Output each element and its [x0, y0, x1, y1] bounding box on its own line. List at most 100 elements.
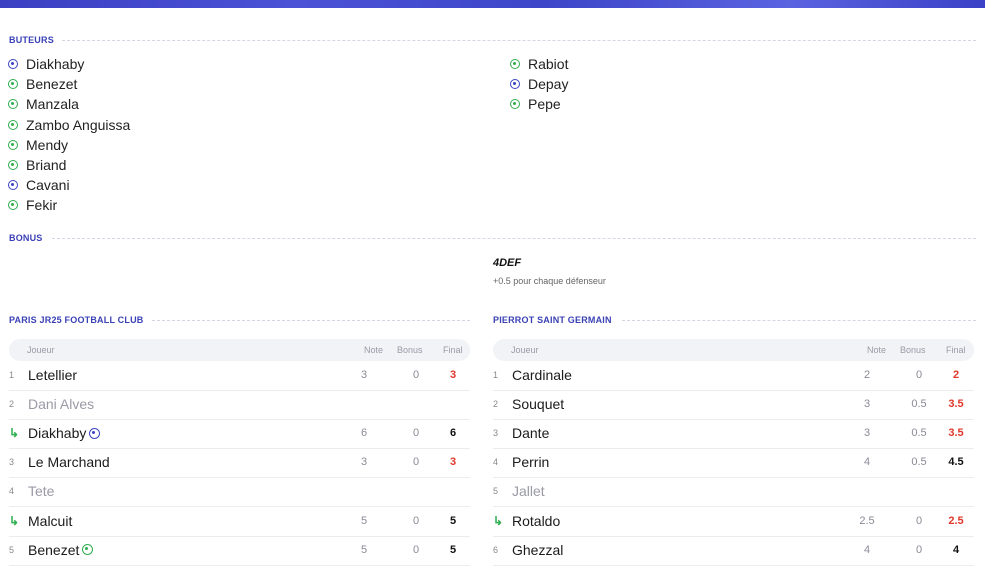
player-bonus: 0.5	[911, 398, 927, 411]
ball-icon	[8, 160, 18, 170]
divider	[622, 320, 976, 321]
player-row[interactable]: 1 Cardinale 2 0 2	[493, 361, 974, 391]
scorer-name: Cavani	[26, 177, 70, 194]
player-bonus: 0	[915, 514, 923, 527]
player-name[interactable]: Perrin	[512, 454, 549, 470]
column-header-player[interactable]: Joueur	[27, 345, 55, 355]
player-row[interactable]: ↳ Rotaldo 2.5 0 2.5	[493, 507, 974, 537]
player-rank: 2	[9, 399, 15, 410]
player-name[interactable]: Le Marchand	[28, 454, 110, 470]
column-header-note[interactable]: Note	[867, 345, 886, 355]
scorer-item: Manzala	[8, 94, 79, 114]
bonus-name: 4DEF	[493, 257, 522, 269]
player-final: 2.5	[948, 514, 964, 527]
scorer-item: Cavani	[8, 175, 70, 195]
scorer-item: Zambo Anguissa	[8, 115, 130, 135]
column-header-note[interactable]: Note	[364, 345, 383, 355]
scorer-name: Fekir	[26, 197, 58, 214]
player-rank: 6	[493, 544, 499, 555]
substitution-icon: ↳	[9, 426, 20, 441]
player-row[interactable]: 3 Le Marchand 3 0 3	[9, 448, 470, 479]
player-final: 3.5	[948, 398, 964, 411]
player-row[interactable]: ↳ Diakhaby 6 0 6	[9, 419, 470, 450]
column-header-final[interactable]: Final	[946, 345, 966, 355]
player-name[interactable]: Cardinale	[512, 367, 572, 383]
player-row[interactable]: 4 Tete	[9, 477, 470, 508]
scorer-name: Rabiot	[528, 56, 569, 72]
divider	[52, 238, 976, 239]
player-row[interactable]: 2 Souquet 3 0.5 3.5	[493, 390, 974, 421]
scorer-item: Benezet	[8, 74, 77, 94]
player-note: 3	[863, 398, 871, 411]
player-name-text: Perrin	[512, 454, 550, 471]
column-header-bonus[interactable]: Bonus	[900, 345, 926, 355]
player-name[interactable]: Dani Alves	[28, 396, 94, 412]
player-rank: 4	[9, 486, 15, 497]
scorer-name: Briand	[26, 157, 67, 173]
player-note: 5	[360, 514, 368, 527]
player-name[interactable]: Dante	[512, 425, 549, 441]
ball-icon	[510, 79, 520, 90]
player-final: 2	[952, 369, 960, 381]
player-name[interactable]: Souquet	[512, 396, 564, 412]
player-final: 4.5	[948, 456, 964, 469]
player-row[interactable]: ↳ Malcuit 5 0 5	[9, 507, 470, 537]
player-note: 3	[863, 427, 871, 440]
player-rank: 1	[9, 370, 15, 380]
player-row[interactable]: 5 Benezet 5 0 5	[9, 536, 470, 566]
scorer-item: Depay	[510, 74, 568, 94]
player-name[interactable]: Jallet	[512, 483, 545, 499]
player-name-text: Cardinale	[512, 367, 572, 383]
player-name-text: Letellier	[28, 367, 78, 383]
player-name[interactable]: Ghezzal	[512, 542, 563, 558]
ball-icon	[510, 59, 520, 69]
scorer-name: Benezet	[26, 76, 78, 93]
bonus-section-title: BONUS	[9, 233, 43, 243]
player-bonus: 0	[412, 427, 420, 440]
player-note: 2.5	[859, 514, 875, 527]
player-name[interactable]: Diakhaby	[28, 425, 101, 441]
player-bonus: 0.5	[911, 456, 927, 469]
player-note: 2	[863, 369, 871, 381]
player-bonus: 0	[915, 369, 923, 381]
goal-ball-icon	[89, 427, 101, 439]
column-header-final[interactable]: Final	[443, 345, 463, 355]
column-header-bonus[interactable]: Bonus	[397, 345, 423, 355]
player-row[interactable]: 4 Perrin 4 0.5 4.5	[493, 448, 974, 479]
goal-ball-icon	[82, 544, 94, 556]
scorer-name: Diakhaby	[26, 56, 85, 72]
player-rank: 3	[493, 428, 499, 439]
player-name-text: Rotaldo	[512, 512, 561, 529]
player-name[interactable]: Benezet	[28, 541, 94, 558]
ball-icon	[510, 99, 520, 110]
player-row[interactable]: 3 Dante 3 0.5 3.5	[493, 419, 974, 450]
divider	[62, 40, 976, 41]
player-final: 6	[449, 427, 457, 440]
scorer-name: Depay	[528, 76, 569, 93]
player-rank: 1	[493, 370, 499, 380]
ball-icon	[8, 79, 18, 90]
player-name-text: Tete	[28, 483, 55, 500]
player-name[interactable]: Malcuit	[28, 513, 72, 529]
player-note: 6	[360, 427, 368, 440]
player-name[interactable]: Letellier	[28, 367, 77, 383]
player-name[interactable]: Rotaldo	[512, 513, 560, 529]
player-name[interactable]: Tete	[28, 483, 54, 499]
player-bonus: 0	[412, 514, 420, 527]
player-row[interactable]: 1 Letellier 3 0 3	[9, 361, 470, 391]
column-header-player[interactable]: Joueur	[511, 345, 539, 355]
player-rank: 3	[9, 457, 15, 468]
table-header: Joueur Note Bonus Final	[493, 339, 974, 361]
player-row[interactable]: 2 Dani Alves	[9, 390, 470, 421]
player-note: 4	[863, 456, 871, 469]
scorer-name: Mendy	[26, 136, 69, 153]
player-row[interactable]: 6 Ghezzal 4 0 4	[493, 536, 974, 566]
player-rank: 2	[493, 399, 499, 410]
player-name-text: Benezet	[28, 541, 80, 558]
scorer-name: Pepe	[528, 96, 561, 113]
scorer-item: Diakhaby	[8, 54, 84, 74]
player-note: 3	[360, 456, 368, 469]
scorer-item: Pepe	[510, 94, 561, 114]
ball-icon	[8, 99, 18, 110]
player-row[interactable]: 5 Jallet	[493, 477, 974, 508]
